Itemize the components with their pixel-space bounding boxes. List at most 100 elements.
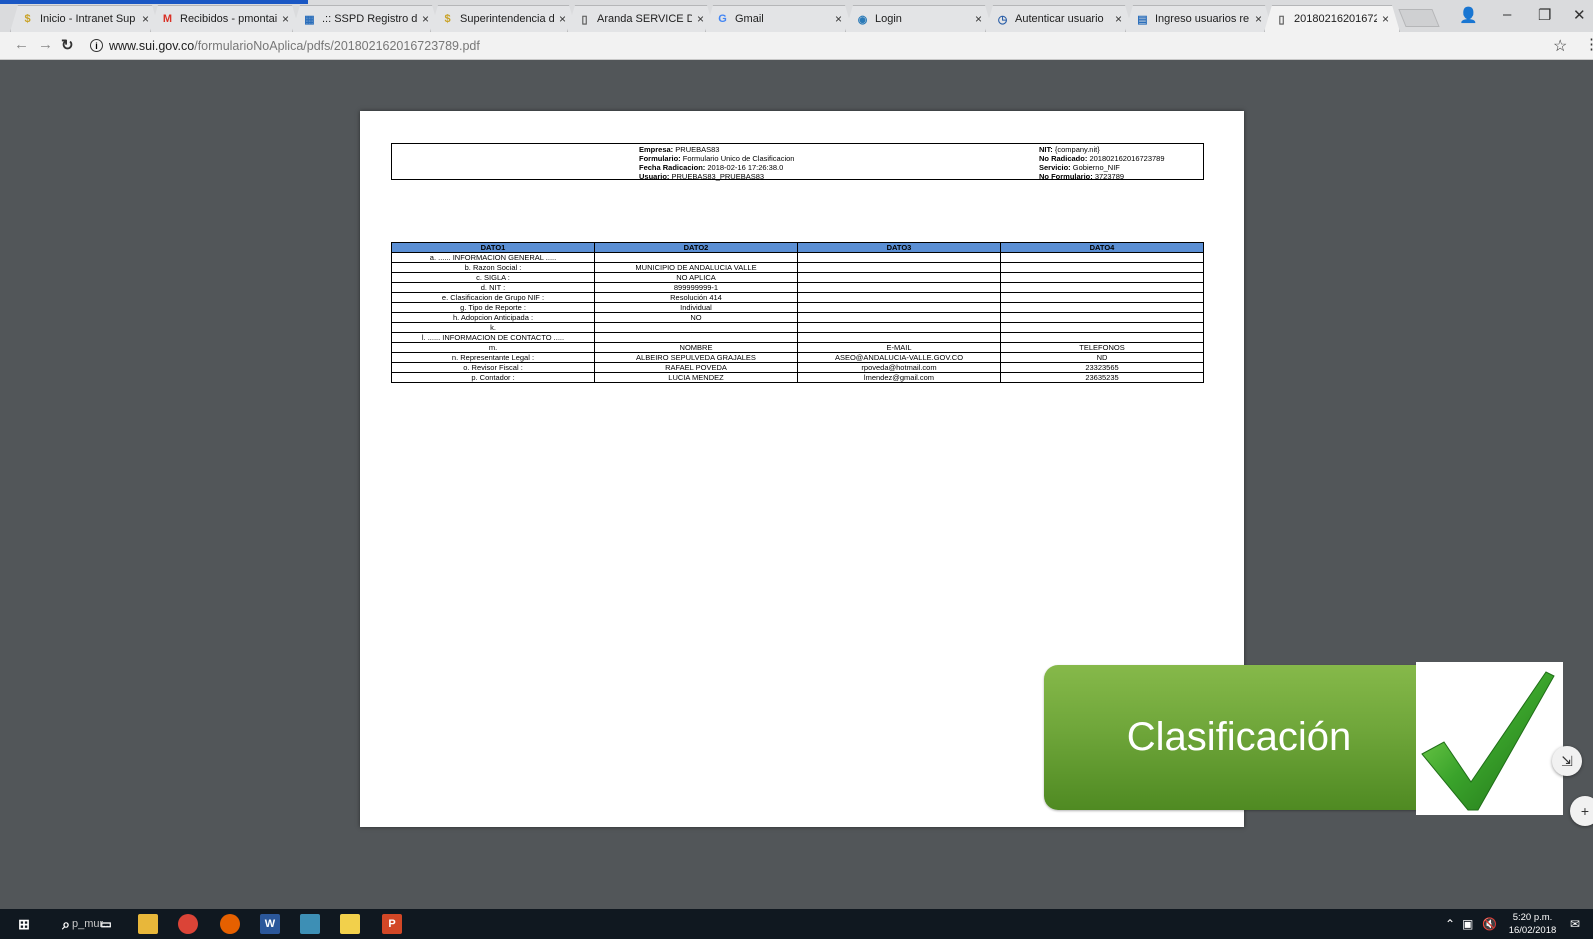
table-header-cell: DATO4 (1000, 242, 1204, 253)
table-cell: ASEO@ANDALUCIA-VALLE.GOV.CO (797, 352, 1001, 363)
table-cell (797, 262, 1001, 273)
table-row: e. Clasificacion de Grupo NIF : Resolució… (391, 292, 1204, 303)
tab-close-icon[interactable]: × (1255, 12, 1262, 26)
header-field-label: No Formulario: (1039, 172, 1093, 181)
zoom-in-button[interactable]: + (1570, 796, 1593, 826)
browser-tab[interactable]: ◷ Autenticar usuario × (985, 5, 1133, 32)
tab-close-icon[interactable]: × (559, 12, 566, 26)
tab-title: Superintendencia d (460, 13, 554, 25)
minimize-button[interactable]: – (1503, 6, 1511, 23)
table-cell (1000, 292, 1204, 303)
tab-close-icon[interactable]: × (1382, 12, 1389, 26)
header-field-label: NIT: (1039, 145, 1053, 154)
table-cell (1000, 262, 1204, 273)
windows-start-icon[interactable]: ⊞ (14, 914, 34, 934)
table-cell: Resolución 414 (594, 292, 798, 303)
browser-tab[interactable]: ▦ .:: SSPD Registro de × (292, 5, 440, 32)
browser-tab[interactable]: ◉ Login × (845, 5, 993, 32)
info-icon[interactable]: i (90, 39, 103, 52)
volume-icon[interactable]: 🔇 (1482, 917, 1497, 931)
taskbar-clock[interactable]: 5:20 p.m. 16/02/2018 (1505, 911, 1560, 937)
menu-icon[interactable]: ⋮ (1584, 35, 1593, 53)
table-header-cell: DATO2 (594, 242, 798, 253)
checkmark-icon (1421, 671, 1555, 811)
table-cell: h. Adopcion Anticipada : (391, 312, 595, 323)
fit-page-button[interactable]: ⇲ (1552, 746, 1582, 776)
notifications-icon[interactable]: ✉ (1570, 917, 1580, 931)
header-field: Usuario: PRUEBAS83_PRUEBAS83 (639, 172, 794, 181)
browser-tab-strip: $ Inicio - Intranet Sup × M Recibidos - pmon… (0, 0, 1593, 32)
browser-tab[interactable]: $ Superintendencia d × (430, 5, 577, 32)
browser-tab[interactable]: $ Inicio - Intranet Sup × (10, 5, 160, 32)
table-cell: e. Clasificacion de Grupo NIF : (391, 292, 595, 303)
tab-close-icon[interactable]: × (835, 12, 842, 26)
sticky-notes-icon[interactable] (340, 914, 360, 934)
tab-close-icon[interactable]: × (975, 12, 982, 26)
table-cell (797, 312, 1001, 323)
header-field: No Formulario: 3723789 (1039, 172, 1165, 181)
firefox-icon[interactable] (220, 914, 240, 934)
browser-tab[interactable]: M Recibidos - pmontai × (150, 5, 300, 32)
table-cell: TELEFONOS (1000, 342, 1204, 353)
back-button[interactable]: ← (14, 36, 29, 53)
bookmark-star-icon[interactable]: ☆ (1553, 36, 1567, 56)
header-field-label: Usuario: (639, 172, 670, 181)
table-cell (797, 332, 1001, 343)
forward-button[interactable]: → (38, 36, 53, 53)
table-cell: NOMBRE (594, 342, 798, 353)
header-field: Formulario: Formulario Unico de Clasific… (639, 154, 794, 163)
form-header: Empresa: PRUEBAS83 Formulario: Formulario… (391, 143, 1204, 181)
table-cell (1000, 282, 1204, 293)
tab-close-icon[interactable]: × (697, 12, 704, 26)
table-cell: LUCIA MENDEZ (594, 372, 798, 383)
header-field: Servicio: Gobierno_NIF (1039, 163, 1165, 172)
table-cell: NO (594, 312, 798, 323)
header-field-value: {company.nit} (1054, 145, 1100, 154)
clock-time: 5:20 p.m. (1512, 912, 1553, 923)
restore-button[interactable]: ❐ (1538, 6, 1551, 24)
tab-close-icon[interactable]: × (142, 12, 149, 26)
table-cell: E-MAIL (797, 342, 1001, 353)
table-row: n. Representante Legal : ALBEIRO SEPULVED… (391, 352, 1204, 363)
tab-title: 2018021620167237 (1294, 13, 1374, 25)
tab-close-icon[interactable]: × (282, 12, 289, 26)
table-cell: Individual (594, 302, 798, 313)
close-window-button[interactable]: ✕ (1573, 6, 1586, 24)
reload-button[interactable]: ↻ (61, 36, 74, 54)
windows-taskbar: ⊞ ⌕ p_mur... ▭ W P ⌃ ▣ 🔇 5:20 p.m. 16/02… (0, 909, 1593, 939)
tab-title: Autenticar usuario (1015, 13, 1104, 25)
browser-toolbar: ← → ↻ i www.sui.gov.co/formularioNoAplic… (0, 32, 1593, 60)
browser-tab[interactable]: ▤ Ingreso usuarios re × (1125, 5, 1273, 32)
tab-title: Login (875, 13, 902, 25)
browser-tab[interactable]: ▯ Aranda SERVICE DE × (567, 5, 715, 32)
profile-icon[interactable]: 👤 (1459, 6, 1478, 24)
table-cell: NO APLICA (594, 272, 798, 283)
table-cell: 899999999-1 (594, 282, 798, 293)
tab-close-icon[interactable]: × (422, 12, 429, 26)
task-view-icon[interactable]: ▭ (96, 914, 116, 934)
table-row: c. SIGLA : NO APLICA (391, 272, 1204, 283)
header-right-column: NIT: {company.nit} No Radicado: 201802162… (1039, 145, 1165, 181)
powerpoint-icon[interactable]: P (382, 914, 402, 934)
globe-icon: ◉ (857, 13, 868, 26)
table-cell: m. (391, 342, 595, 353)
chrome-icon[interactable] (178, 914, 198, 934)
browser-tab[interactable]: G Gmail × (705, 5, 853, 32)
header-field-value: Formulario Unico de Clasificacion (682, 154, 795, 163)
data-table: DATO1 DATO2 DATO3 DATO4 a. ...... INFORMACI… (391, 242, 1204, 383)
address-bar[interactable]: i www.sui.gov.co/formularioNoAplica/pdfs… (90, 35, 1570, 56)
app-icon[interactable] (300, 914, 320, 934)
table-cell: o. Revisor Fiscal : (391, 362, 595, 373)
browser-tab[interactable]: ▯ 2018021620167237 × (1264, 5, 1400, 32)
tab-close-icon[interactable]: × (1115, 12, 1122, 26)
header-field: No Radicado: 201802162016723789 (1039, 154, 1165, 163)
clock-icon: ◷ (997, 13, 1008, 26)
file-explorer-icon[interactable] (138, 914, 158, 934)
new-tab-button[interactable] (1398, 9, 1440, 27)
word-icon[interactable]: W (260, 914, 280, 934)
table-row: m. NOMBRE E-MAIL TELEFONOS (391, 342, 1204, 353)
tray-chevron-icon[interactable]: ⌃ (1445, 917, 1455, 931)
document-icon: ▯ (1278, 13, 1285, 26)
network-icon[interactable]: ▣ (1462, 917, 1473, 931)
table-cell (797, 292, 1001, 303)
